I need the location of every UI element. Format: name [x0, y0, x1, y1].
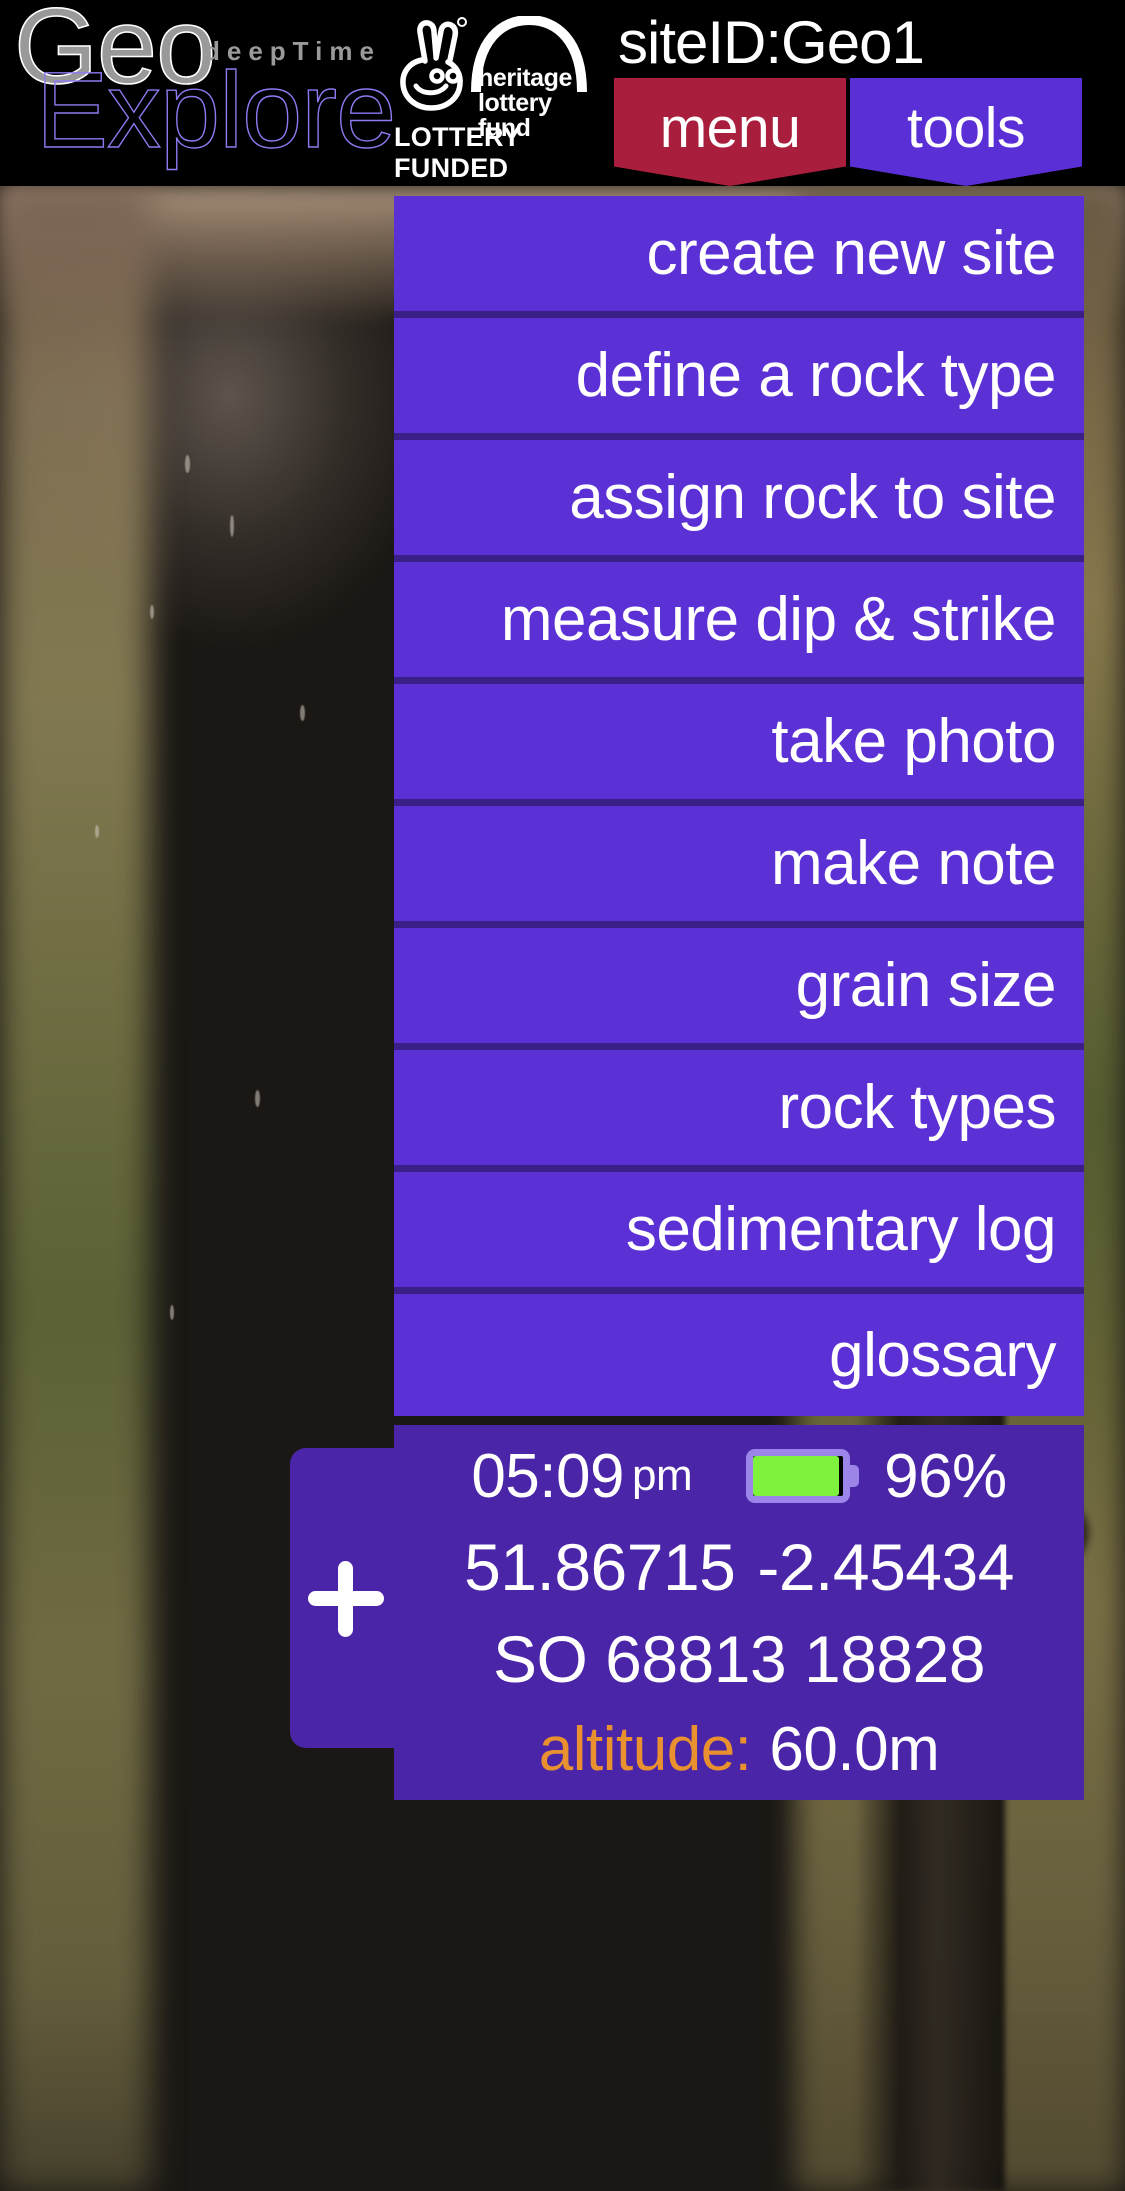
- longitude-value: -2.45434: [757, 1530, 1014, 1604]
- tab-menu[interactable]: menu: [614, 78, 846, 186]
- crossed-fingers-icon: [400, 17, 467, 111]
- battery-nub: [847, 1465, 860, 1487]
- add-button[interactable]: [290, 1448, 400, 1748]
- photo-speck: [150, 605, 154, 619]
- clock-time: 05:09: [471, 1441, 624, 1511]
- grid-reference-value: SO 68813 18828: [492, 1622, 986, 1696]
- app-root: Geo deepTime Explore heritage lottery fu…: [0, 0, 1125, 2191]
- menu-item-define-rock-type[interactable]: define a rock type: [394, 318, 1084, 440]
- tab-tools[interactable]: tools: [850, 78, 1082, 186]
- header-tabs: menu tools: [614, 78, 1125, 186]
- status-row-coordinates: 51.86715 -2.45434: [394, 1521, 1084, 1613]
- photo-speck: [95, 825, 99, 838]
- photo-grass-left: [0, 185, 150, 2191]
- status-panel: 05:09 pm 96% 51.86715 -2.45434 SO 68813 …: [394, 1425, 1084, 1800]
- altitude-value: 60.0m: [769, 1714, 940, 1784]
- menu-panel: create new site define a rock type assig…: [394, 196, 1084, 1416]
- menu-item-sedimentary-log[interactable]: sedimentary log: [394, 1172, 1084, 1294]
- plus-icon-vertical: [338, 1561, 353, 1637]
- menu-item-make-note[interactable]: make note: [394, 806, 1084, 928]
- altitude-label: altitude:: [538, 1714, 752, 1784]
- heritage-lottery-fund-logo: heritage lottery fund LOTTERY FUNDED: [392, 10, 592, 183]
- photo-speck: [230, 515, 234, 537]
- photo-speck: [170, 1305, 174, 1320]
- menu-item-measure-dip-strike[interactable]: measure dip & strike: [394, 562, 1084, 684]
- lottery-funded-label: LOTTERY FUNDED: [394, 122, 521, 183]
- menu-item-rock-types[interactable]: rock types: [394, 1050, 1084, 1172]
- app-logo: Geo deepTime Explore: [8, 0, 397, 179]
- battery-icon: [746, 1449, 860, 1503]
- photo-speck: [300, 705, 305, 721]
- logo-explore-text: Explore: [35, 49, 397, 170]
- latitude-value: 51.86715: [464, 1530, 736, 1604]
- funder-name-line1: heritage: [478, 64, 573, 92]
- site-id-label: siteID:Geo1: [618, 9, 925, 76]
- menu-item-assign-rock-to-site[interactable]: assign rock to site: [394, 440, 1084, 562]
- status-row-time: 05:09 pm 96%: [394, 1425, 1084, 1521]
- app-header: Geo deepTime Explore heritage lottery fu…: [0, 0, 1125, 186]
- menu-item-create-new-site[interactable]: create new site: [394, 196, 1084, 318]
- status-row-grid-reference: SO 68813 18828: [394, 1613, 1084, 1705]
- status-row-altitude: altitude: 60.0m: [394, 1705, 1084, 1793]
- clock-ampm: pm: [631, 1451, 693, 1500]
- battery-percent: 96%: [884, 1441, 1007, 1511]
- battery-fill: [753, 1456, 840, 1496]
- menu-item-glossary[interactable]: glossary: [394, 1294, 1084, 1416]
- menu-item-take-photo[interactable]: take photo: [394, 684, 1084, 806]
- menu-item-grain-size[interactable]: grain size: [394, 928, 1084, 1050]
- photo-speck: [185, 455, 190, 473]
- photo-speck: [255, 1090, 260, 1107]
